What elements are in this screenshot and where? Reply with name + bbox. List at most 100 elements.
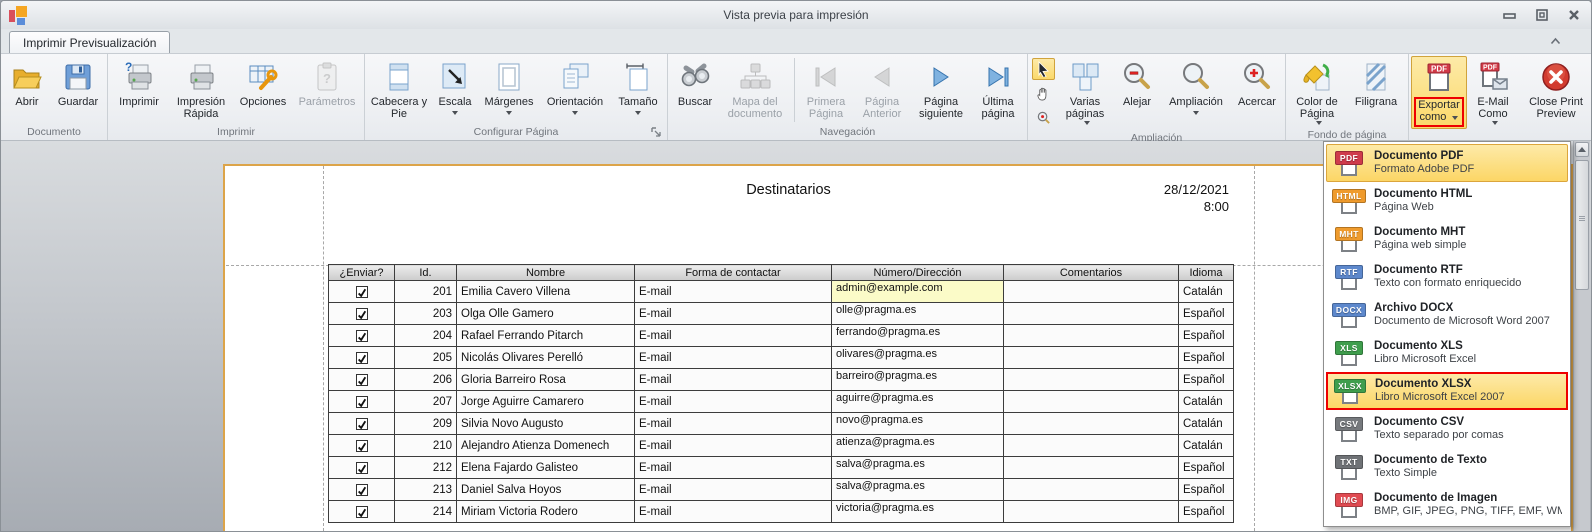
export-menu-item-xls[interactable]: XLSDocumento XLSLibro Microsoft Excel <box>1326 334 1568 372</box>
first-page-icon <box>809 60 843 94</box>
report-datetime: 28/12/2021 8:00 <box>1164 181 1229 215</box>
cell-comentarios <box>1004 347 1179 369</box>
file-tag-csv-icon: CSV <box>1335 417 1363 431</box>
table-row: 203Olga Olle GameroE-mailolle@pragma.esE… <box>329 303 1234 325</box>
cell-id: 204 <box>395 325 457 347</box>
menu-item-subtitle: Página web simple <box>1374 239 1466 253</box>
minimize-icon <box>1503 10 1516 20</box>
cell-idioma: Español <box>1179 457 1234 479</box>
cell-nombre: Emilia Cavero Villena <box>457 281 635 303</box>
opciones-button[interactable]: Opciones <box>234 56 292 110</box>
varias-paginas-button[interactable]: Varias páginas <box>1057 56 1113 127</box>
cell-comentarios <box>1004 501 1179 523</box>
alejar-button[interactable]: Alejar <box>1113 56 1161 110</box>
guardar-button[interactable]: Guardar <box>51 56 105 110</box>
page-outline-icon <box>1341 431 1357 442</box>
page-outline-icon <box>1341 507 1357 518</box>
pointer-tool-button[interactable] <box>1032 58 1055 80</box>
cell-nombre: Jorge Aguirre Camarero <box>457 391 635 413</box>
menu-item-title: Documento XLSX <box>1375 377 1505 391</box>
cell-idioma: Español <box>1179 479 1234 501</box>
checkbox-checked <box>356 330 368 342</box>
ampliacion-button[interactable]: Ampliación <box>1161 56 1231 117</box>
file-tag-rtf-icon: RTF <box>1335 265 1363 279</box>
scrollbar-thumb[interactable] <box>1575 160 1589 290</box>
collapse-ribbon-button[interactable] <box>1547 34 1563 48</box>
imprimir-button[interactable]: ? Imprimir <box>110 56 168 110</box>
cell-comentarios <box>1004 413 1179 435</box>
margenes-button[interactable]: Márgenes <box>479 56 539 117</box>
file-type-icon: TXT <box>1332 455 1366 480</box>
export-menu-item-xlsx[interactable]: XLSXDocumento XLSXLibro Microsoft Excel … <box>1326 372 1568 410</box>
minimize-button[interactable] <box>1502 8 1517 21</box>
group-imprimir: ? Imprimir Impresión Rápida Opciones ? P… <box>108 54 365 140</box>
file-type-icon: DOCX <box>1332 303 1366 328</box>
vertical-scrollbar[interactable] <box>1573 141 1590 531</box>
cell-direccion: admin@example.com <box>832 281 1004 303</box>
checkbox-checked <box>356 374 368 386</box>
cell-nombre: Nicolás Olivares Perelló <box>457 347 635 369</box>
dropdown-caret <box>1316 121 1322 125</box>
report-date: 28/12/2021 <box>1164 181 1229 198</box>
table-row: 209Silvia Novo AugustoE-mailnovo@pragma.… <box>329 413 1234 435</box>
zoom-tool-button[interactable] <box>1032 106 1055 128</box>
file-type-icon: CSV <box>1332 417 1366 442</box>
filigrana-button[interactable]: Filigrana <box>1346 56 1406 110</box>
group-fondo-de-pagina: Color de Página Filigrana Fondo de págin… <box>1286 54 1409 140</box>
cell-forma: E-mail <box>635 479 832 501</box>
email-como-button[interactable]: PDF E-Mail Como <box>1467 56 1519 127</box>
dropdown-caret <box>1452 116 1458 120</box>
export-menu-item-csv[interactable]: CSVDocumento CSVTexto separado por comas <box>1326 410 1568 448</box>
file-type-icon: MHT <box>1332 227 1366 252</box>
export-menu-item-docx[interactable]: DOCXArchivo DOCXDocumento de Microsoft W… <box>1326 296 1568 334</box>
page-outline-icon <box>1341 279 1357 290</box>
file-type-icon: PDF <box>1332 151 1366 176</box>
thumb-grip <box>1579 215 1585 222</box>
restore-button[interactable] <box>1534 8 1549 21</box>
cell-enviar <box>329 479 395 501</box>
cell-forma: E-mail <box>635 303 832 325</box>
export-pdf-icon: PDF <box>1422 60 1456 94</box>
menu-item-subtitle: Libro Microsoft Excel 2007 <box>1375 391 1505 405</box>
buscar-button[interactable]: Buscar <box>670 56 720 110</box>
cell-comentarios <box>1004 435 1179 457</box>
abrir-button[interactable]: Abrir <box>3 56 51 110</box>
ribbon: Abrir Guardar Documento ? Imprimir Impre… <box>1 53 1591 141</box>
escala-button[interactable]: Escala <box>431 56 479 117</box>
impresion-rapida-button[interactable]: Impresión Rápida <box>168 56 234 123</box>
exportar-como-button[interactable]: PDF Exportar como <box>1411 56 1467 129</box>
scroll-up-button[interactable] <box>1575 142 1589 157</box>
export-menu-item-img[interactable]: IMG Documento de ImagenBMP, GIF, JPEG, PN… <box>1326 486 1568 524</box>
export-menu-item-pdf[interactable]: PDFDocumento PDFFormato Adobe PDF <box>1326 144 1568 182</box>
group-label-documento: Documento <box>3 125 105 140</box>
tab-imprimir-previsualizacion[interactable]: Imprimir Previsualización <box>9 31 170 53</box>
cell-id: 213 <box>395 479 457 501</box>
close-button[interactable] <box>1566 8 1581 21</box>
dropdown-caret <box>572 111 578 115</box>
ultima-pagina-button[interactable]: Última página <box>971 56 1025 123</box>
menu-item-subtitle: Página Web <box>1374 201 1472 215</box>
export-menu-item-html[interactable]: HTMLDocumento HTMLPágina Web <box>1326 182 1568 220</box>
orientacion-button[interactable]: Orientación <box>539 56 611 117</box>
header-footer-icon <box>382 60 416 94</box>
dialog-launcher-button[interactable] <box>650 126 662 138</box>
color-de-pagina-button[interactable]: Color de Página <box>1288 56 1346 127</box>
export-menu-item-rtf[interactable]: RTFDocumento RTFTexto con formato enriqu… <box>1326 258 1568 296</box>
cell-enviar <box>329 435 395 457</box>
cabecera-y-pie-button[interactable]: Cabecera y Pie <box>367 56 431 123</box>
pagina-siguiente-button[interactable]: Página siguiente <box>911 56 971 123</box>
export-menu-item-txt[interactable]: TXTDocumento de TextoTexto Simple <box>1326 448 1568 486</box>
cell-nombre: Miriam Victoria Rodero <box>457 501 635 523</box>
menu-item-title: Documento CSV <box>1374 415 1504 429</box>
multiple-pages-icon <box>1068 60 1102 94</box>
file-type-icon: IMG <box>1332 493 1366 518</box>
menu-item-title: Documento RTF <box>1374 263 1521 277</box>
acercar-button[interactable]: Acercar <box>1231 56 1283 110</box>
menu-item-title: Archivo DOCX <box>1374 301 1550 315</box>
menu-item-title: Documento de Imagen <box>1374 491 1562 505</box>
hand-tool-button[interactable] <box>1032 82 1055 104</box>
close-print-preview-button[interactable]: Close Print Preview <box>1519 56 1592 123</box>
export-menu-item-mht[interactable]: MHTDocumento MHTPágina web simple <box>1326 220 1568 258</box>
tamano-button[interactable]: Tamaño <box>611 56 665 117</box>
menu-item-subtitle: BMP, GIF, JPEG, PNG, TIFF, EMF, WMF <box>1374 505 1562 519</box>
